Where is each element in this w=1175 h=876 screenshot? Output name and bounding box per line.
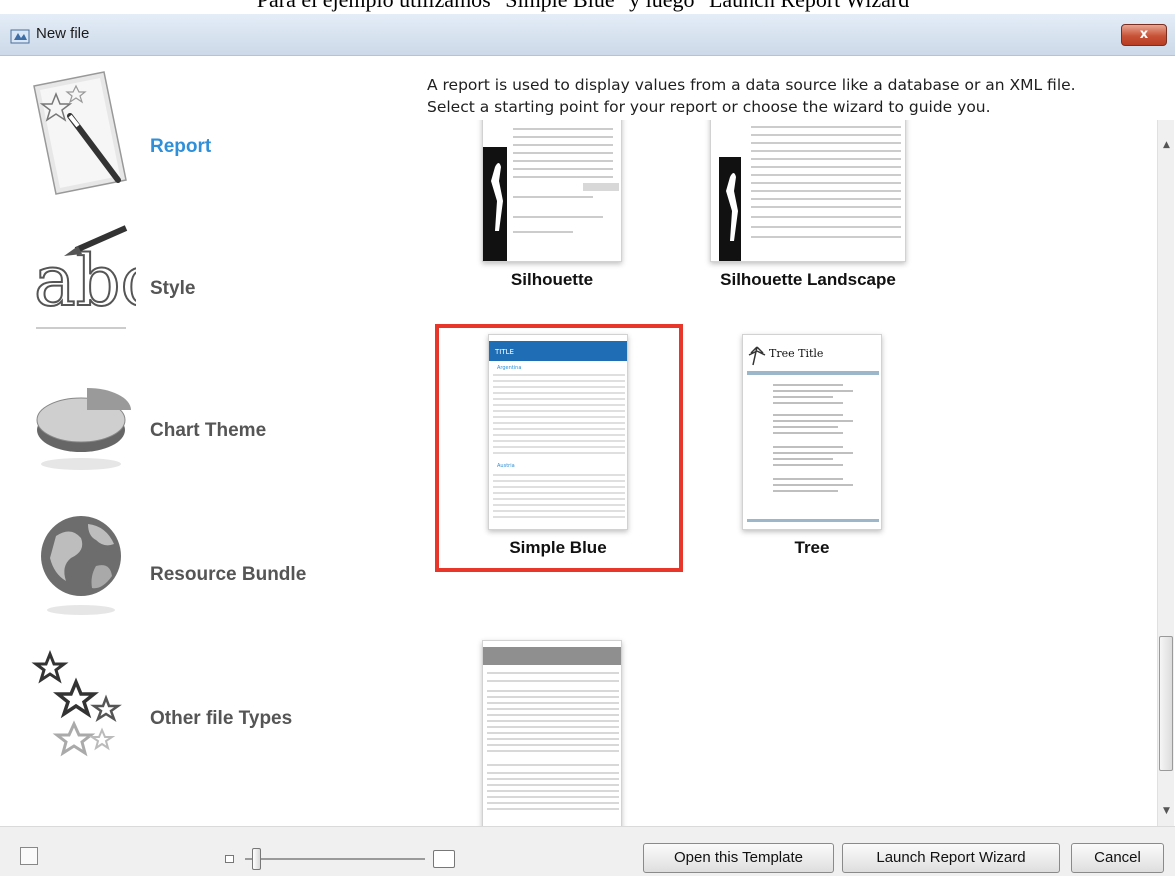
zoom-out-icon[interactable] bbox=[225, 855, 234, 863]
description-line-2: Select a starting point for your report … bbox=[427, 98, 991, 116]
sidebar-item-other-file-types[interactable]: Other file Types bbox=[0, 636, 400, 778]
sidebar-item-resource-bundle[interactable]: Resource Bundle bbox=[0, 492, 400, 634]
sidebar-item-label: Style bbox=[150, 278, 196, 299]
report-description: A report is used to display values from … bbox=[427, 74, 1167, 118]
template-thumbnail bbox=[710, 120, 906, 262]
scroll-thumb[interactable] bbox=[1159, 636, 1173, 771]
open-template-button[interactable]: Open this Template bbox=[643, 843, 834, 873]
template-thumbnail: Tree Title bbox=[742, 334, 882, 530]
template-label: Silhouette bbox=[510, 270, 594, 289]
sidebar-item-report[interactable]: Report bbox=[0, 64, 400, 206]
stars-icon bbox=[31, 649, 122, 757]
silhouette-preview bbox=[483, 120, 621, 261]
fit-to-window-icon[interactable] bbox=[20, 847, 38, 865]
tree-preview: Tree Title bbox=[743, 335, 881, 529]
zoom-in-icon[interactable] bbox=[433, 850, 455, 868]
launch-report-wizard-button[interactable]: Launch Report Wizard bbox=[842, 843, 1060, 873]
sidebar-item-style[interactable]: abc Style bbox=[0, 206, 400, 348]
scroll-up-icon[interactable]: ▲ bbox=[1158, 140, 1175, 154]
window-titlebar: New file x bbox=[0, 14, 1175, 56]
report-icon bbox=[33, 71, 127, 195]
tree-thumb-title: Tree Title bbox=[769, 347, 823, 360]
template-thumbnail bbox=[482, 120, 622, 262]
scroll-down-icon[interactable]: ▼ bbox=[1158, 806, 1175, 820]
window-title: New file bbox=[36, 25, 90, 42]
vertical-scrollbar[interactable]: ▲ ▼ bbox=[1157, 120, 1174, 826]
template-thumbnail bbox=[482, 640, 622, 826]
cancel-button[interactable]: Cancel bbox=[1071, 843, 1164, 873]
zoom-slider-track[interactable] bbox=[245, 858, 425, 860]
chart-theme-icon bbox=[36, 388, 131, 470]
zoom-slider-handle[interactable] bbox=[252, 848, 261, 870]
dialog-footer: Open this Template Launch Report Wizard … bbox=[0, 826, 1175, 876]
sidebar-item-label: Other file Types bbox=[150, 708, 293, 729]
sidebar-item-label: Resource Bundle bbox=[150, 564, 307, 585]
sidebar-item-chart-theme[interactable]: Chart Theme bbox=[0, 348, 400, 490]
svg-text:abc: abc bbox=[34, 240, 136, 322]
sidebar-item-label: Report bbox=[150, 136, 212, 157]
file-type-sidebar: Report abc Style Chart Theme Resource Bu… bbox=[0, 56, 400, 826]
selected-template-highlight bbox=[435, 324, 683, 572]
template-label: Silhouette Landscape bbox=[720, 270, 896, 289]
app-icon bbox=[10, 29, 30, 44]
style-icon: abc bbox=[33, 225, 136, 329]
close-button[interactable]: x bbox=[1121, 24, 1167, 46]
gray-preview bbox=[483, 641, 621, 826]
figure-caption: Para el ejemplo utilizamos "Simple Blue"… bbox=[0, 0, 1175, 14]
sidebar-item-label: Chart Theme bbox=[150, 420, 267, 441]
globe-icon bbox=[41, 516, 121, 615]
silhouette-landscape-preview bbox=[711, 120, 905, 261]
description-line-1: A report is used to display values from … bbox=[427, 76, 1076, 94]
template-label: Tree bbox=[794, 538, 830, 557]
